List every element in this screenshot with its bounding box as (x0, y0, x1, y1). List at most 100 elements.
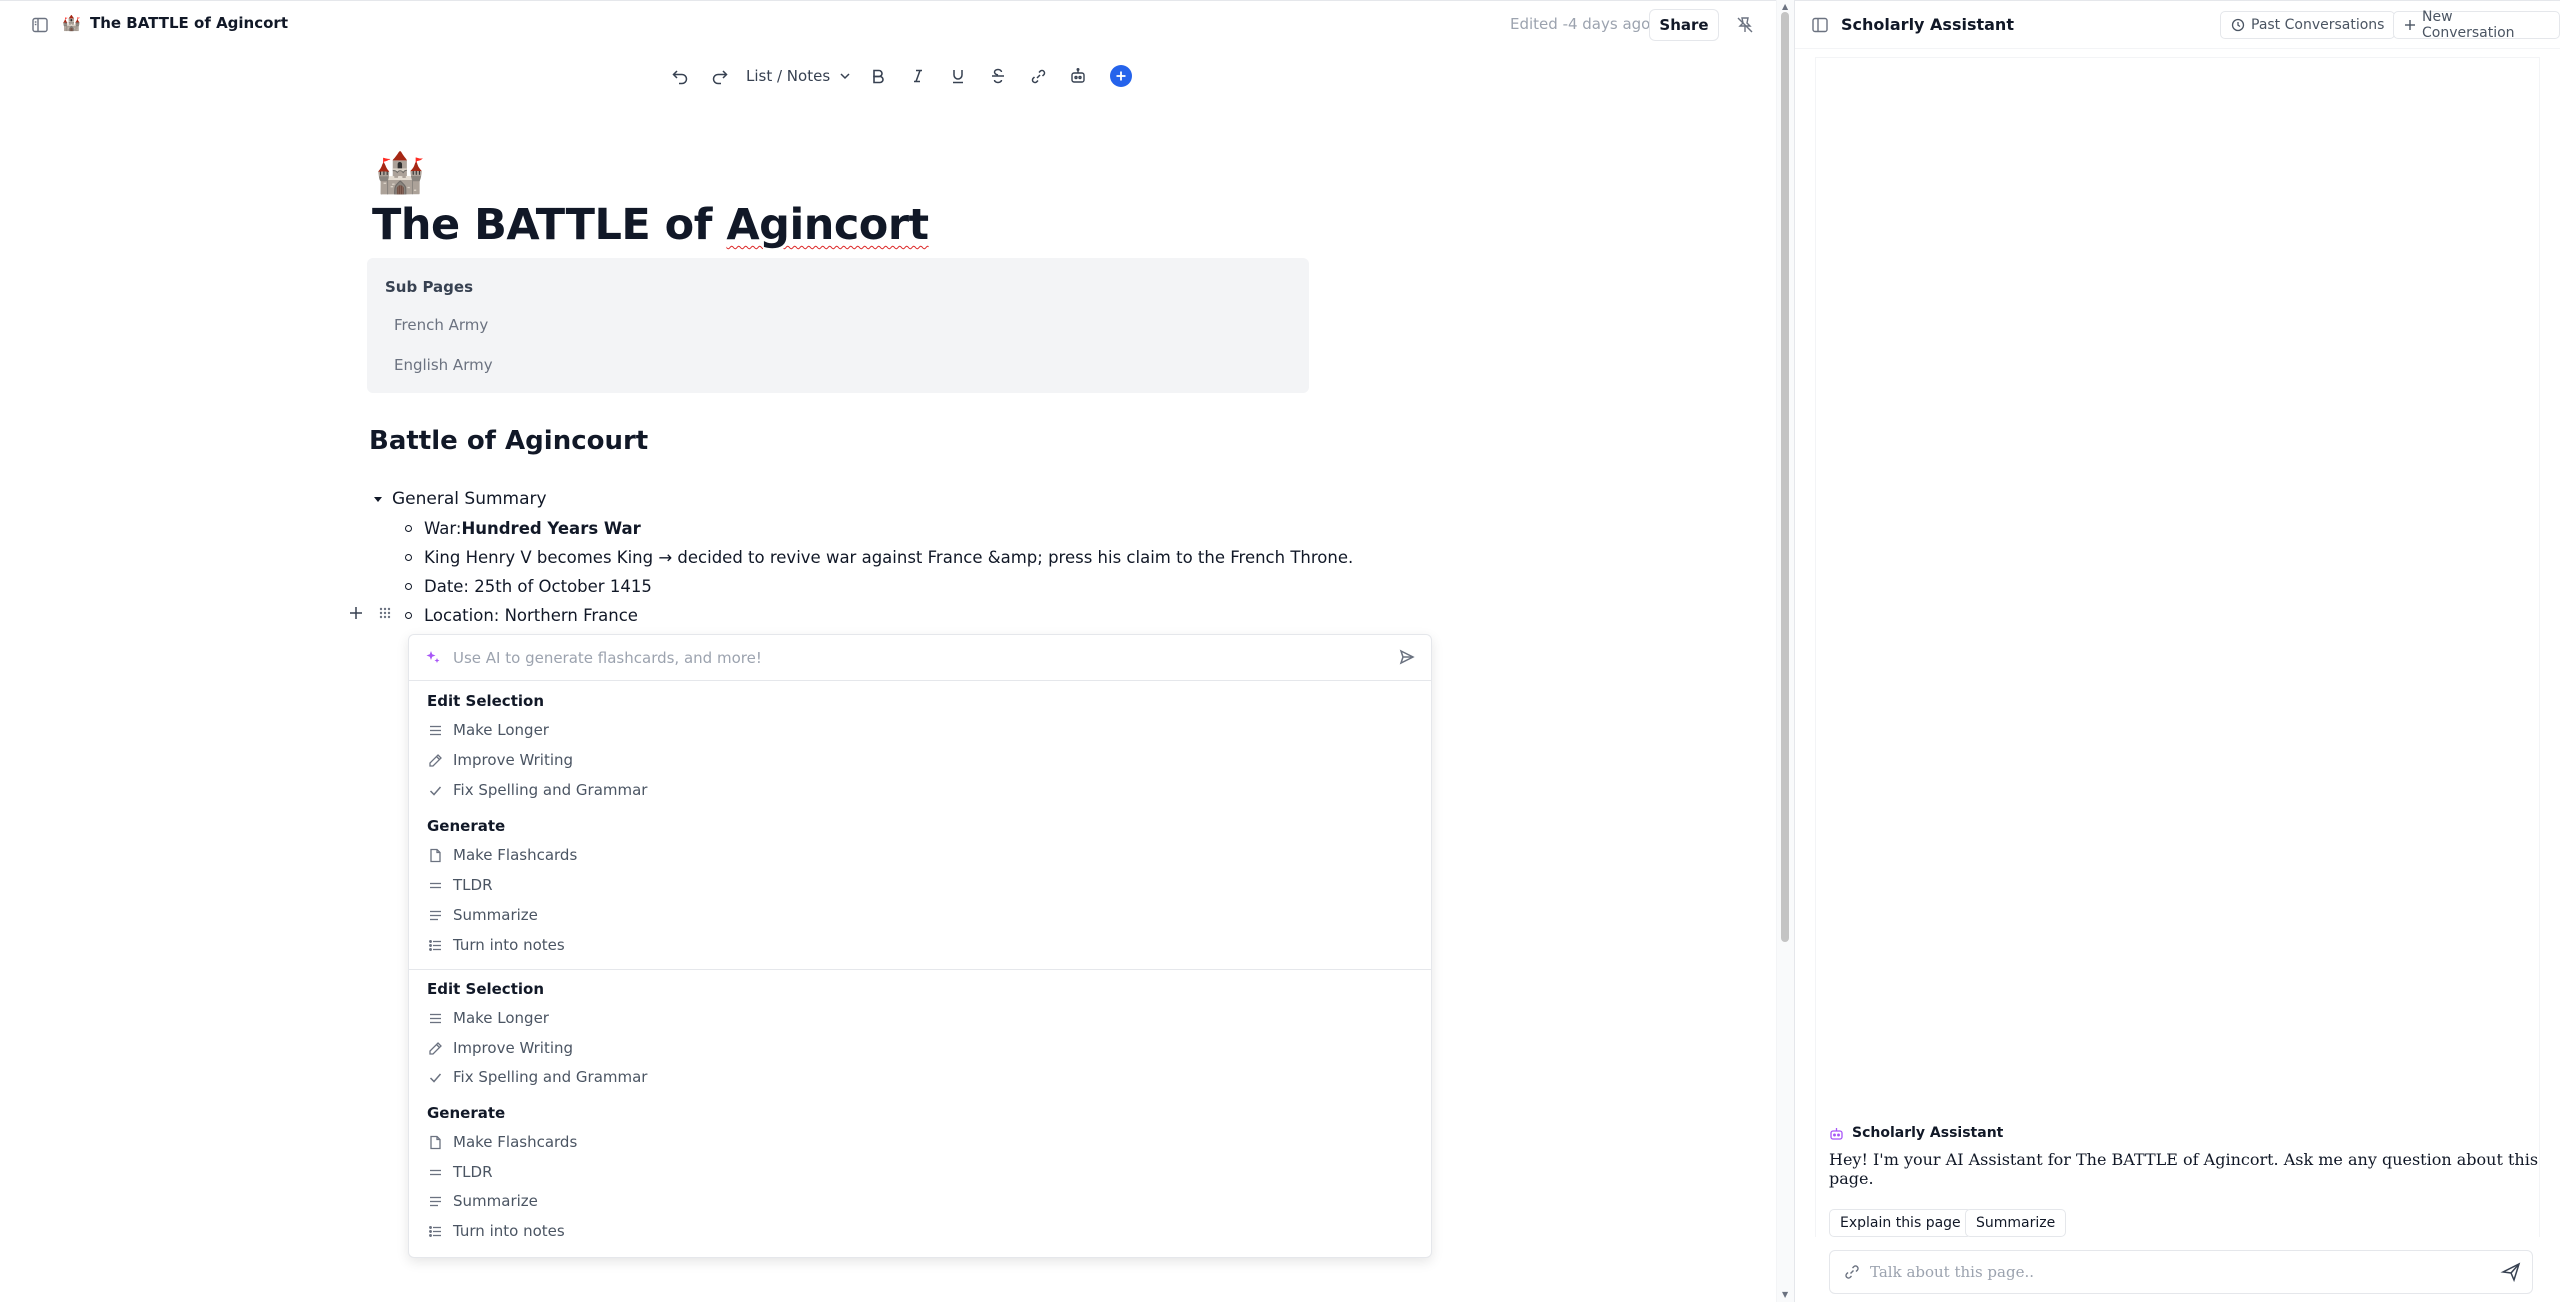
clock-icon (2231, 18, 2245, 32)
assistant-header: Scholarly Assistant Past Conversations N… (1795, 1, 2560, 49)
menu-item-label: Make Longer (453, 721, 549, 739)
robot-icon[interactable] (1058, 58, 1098, 94)
list-item-bold: Hundred Years War (461, 519, 641, 538)
menu-item-label: Fix Spelling and Grammar (453, 781, 648, 799)
panel-toggle-icon[interactable] (1811, 16, 1829, 34)
list-item[interactable]: King Henry V becomes King → decided to r… (405, 548, 1353, 567)
suggestion-chip-summarize[interactable]: Summarize (1965, 1209, 2067, 1237)
equals-icon (427, 1164, 443, 1180)
menu-item-improve-writing[interactable]: Improve Writing (427, 1037, 573, 1059)
send-icon[interactable] (1399, 649, 1415, 665)
pencil-icon (427, 1040, 443, 1056)
menu-item-tldr[interactable]: TLDR (427, 874, 493, 896)
scroll-up-arrow-icon[interactable]: ▲ (1782, 2, 1788, 11)
menu-item-label: Make Longer (453, 1009, 549, 1027)
list-item[interactable]: Location: Northern France (405, 606, 638, 625)
lines-icon (427, 1010, 443, 1026)
menu-item-label: Improve Writing (453, 1039, 574, 1057)
menu-item-fix-spelling[interactable]: Fix Spelling and Grammar (427, 779, 647, 801)
file-icon (427, 1134, 443, 1150)
new-conversation-label: New Conversation (2422, 9, 2515, 41)
share-button[interactable]: Share (1649, 9, 1719, 41)
edited-timestamp: Edited -4 days ago (1510, 15, 1651, 33)
attach-link-icon[interactable] (1844, 1264, 1860, 1280)
list-item-text: Location: Northern France (424, 606, 638, 625)
editor-scrollbar[interactable]: ▲ ▼ (1776, 0, 1794, 1302)
past-conversations-button[interactable]: Past Conversations (2220, 11, 2396, 39)
toggle-label: General Summary (392, 489, 547, 509)
bullet-dot (405, 612, 412, 619)
undo-icon[interactable] (660, 58, 700, 94)
bullet-dot (405, 554, 412, 561)
underline-icon[interactable] (938, 58, 978, 94)
unpin-icon[interactable] (1734, 14, 1756, 36)
menu-item-label: TLDR (453, 876, 493, 894)
add-block-plus-icon[interactable] (348, 605, 364, 621)
menu-item-label: Make Flashcards (453, 846, 578, 864)
assistant-message: Hey! I'm your AI Assistant for The BATTL… (1829, 1150, 2539, 1188)
equals-icon (427, 877, 443, 893)
list-item-text: King Henry V becomes King → decided to r… (424, 548, 1354, 567)
title-misspelled-word: Agincort (726, 200, 929, 250)
subpage-link-english-army[interactable]: English Army (394, 356, 493, 374)
caret-down-icon[interactable] (372, 493, 384, 505)
toggle-general-summary[interactable]: General Summary (372, 489, 547, 509)
menu-item-turn-into-notes[interactable]: Turn into notes (427, 934, 565, 956)
menu-item-label: Summarize (453, 1192, 538, 1210)
ai-command-menu: Use AI to generate flashcards, and more!… (408, 634, 1432, 1258)
ai-prompt-input[interactable]: Use AI to generate flashcards, and more! (409, 635, 1431, 681)
bullet-dot (405, 583, 412, 590)
send-message-icon[interactable] (2500, 1261, 2522, 1283)
scroll-down-arrow-icon[interactable]: ▼ (1782, 1290, 1788, 1299)
file-icon (427, 847, 443, 863)
italic-icon[interactable] (898, 58, 938, 94)
menu-item-improve-writing[interactable]: Improve Writing (427, 749, 573, 771)
page-title[interactable]: The BATTLE of Agincort (372, 200, 929, 250)
menu-item-tldr[interactable]: TLDR (427, 1161, 493, 1183)
lines-icon (427, 722, 443, 738)
chevron-down-icon (838, 69, 852, 83)
menu-item-label: Summarize (453, 906, 538, 924)
new-conversation-button[interactable]: New Conversation (2393, 9, 2560, 41)
menu-item-label: Turn into notes (453, 1222, 565, 1240)
assistant-panel: Scholarly Assistant Past Conversations N… (1794, 0, 2560, 1302)
assistant-title: Scholarly Assistant (1841, 15, 2014, 34)
strikethrough-icon[interactable] (978, 58, 1018, 94)
plus-icon (2404, 19, 2416, 31)
bot-icon (1829, 1126, 1844, 1141)
menu-item-summarize[interactable]: Summarize (427, 1190, 538, 1212)
section-heading[interactable]: Battle of Agincourt (369, 426, 648, 456)
menu-item-summarize[interactable]: Summarize (427, 904, 538, 926)
page-icon[interactable]: 🏰 (375, 153, 425, 193)
bot-name-label: Scholarly Assistant (1852, 1125, 2004, 1141)
title-text: The BATTLE of (372, 200, 727, 250)
assistant-message-author: Scholarly Assistant (1829, 1125, 2003, 1141)
past-conversations-label: Past Conversations (2251, 17, 2385, 33)
list-item[interactable]: War: Hundred Years War (405, 519, 641, 538)
link-icon[interactable] (1018, 58, 1058, 94)
subpage-link-french-army[interactable]: French Army (394, 316, 488, 334)
bold-icon[interactable] (858, 58, 898, 94)
bullet-dot (405, 525, 412, 532)
scroll-thumb[interactable] (1781, 12, 1789, 942)
menu-item-turn-into-notes[interactable]: Turn into notes (427, 1220, 565, 1242)
menu-item-fix-spelling[interactable]: Fix Spelling and Grammar (427, 1066, 647, 1088)
redo-icon[interactable] (700, 58, 740, 94)
pencil-icon (427, 752, 443, 768)
block-type-label: List / Notes (746, 67, 831, 85)
menu-item-label: Turn into notes (453, 936, 565, 954)
chat-input[interactable]: Talk about this page.. (1829, 1250, 2533, 1294)
drag-handle-icon[interactable] (378, 606, 392, 620)
list-item[interactable]: Date: 25th of October 1415 (405, 577, 652, 596)
sidebar-toggle-icon[interactable] (30, 15, 50, 35)
menu-heading-edit-selection: Edit Selection (427, 980, 544, 998)
menu-item-make-flashcards[interactable]: Make Flashcards (427, 1131, 577, 1153)
menu-item-label: Fix Spelling and Grammar (453, 1068, 648, 1086)
menu-item-make-longer[interactable]: Make Longer (427, 719, 549, 741)
menu-item-make-flashcards[interactable]: Make Flashcards (427, 844, 577, 866)
menu-item-label: TLDR (453, 1163, 493, 1181)
suggestion-chip-explain[interactable]: Explain this page (1829, 1209, 1972, 1237)
menu-item-make-longer[interactable]: Make Longer (427, 1007, 549, 1029)
block-type-select[interactable]: List / Notes (740, 58, 858, 94)
add-block-icon[interactable] (1110, 65, 1133, 87)
